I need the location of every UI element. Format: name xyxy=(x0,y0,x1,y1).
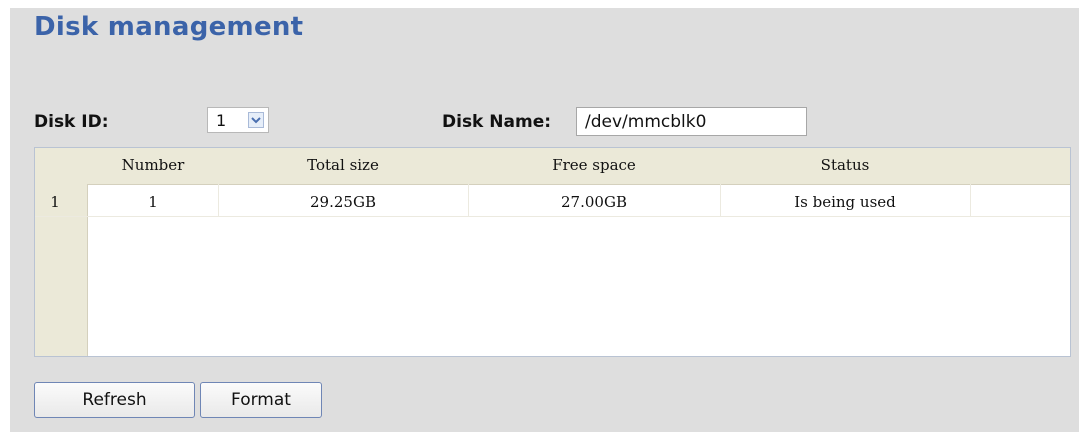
disk-name-input[interactable] xyxy=(576,107,807,136)
column-header-free-space[interactable]: Free space xyxy=(468,156,720,174)
format-button[interactable]: Format xyxy=(200,382,322,418)
disk-table: Number Total size Free space Status 1 1 … xyxy=(34,147,1071,357)
column-header-status[interactable]: Status xyxy=(720,156,970,174)
disk-name-label: Disk Name: xyxy=(442,112,552,132)
row-divider xyxy=(35,216,1070,217)
cell-free-space: 27.00GB xyxy=(561,193,627,211)
column-header-total-size[interactable]: Total size xyxy=(218,156,468,174)
cell-total-size: 29.25GB xyxy=(310,193,376,211)
row-index: 1 xyxy=(50,193,60,211)
page-title: Disk management xyxy=(34,12,304,42)
disk-management-panel: Disk management Disk ID: 1 Disk Name: Nu… xyxy=(10,8,1079,432)
disk-id-select[interactable]: 1 xyxy=(207,107,269,133)
column-divider xyxy=(468,184,469,216)
column-header-number[interactable]: Number xyxy=(88,156,218,174)
table-header: Number Total size Free space Status xyxy=(35,148,1070,185)
column-divider xyxy=(970,184,971,216)
disk-id-value: 1 xyxy=(216,110,227,130)
cell-number: 1 xyxy=(148,193,158,211)
refresh-button[interactable]: Refresh xyxy=(34,382,195,418)
chevron-down-icon[interactable] xyxy=(248,112,264,128)
column-divider xyxy=(218,184,219,216)
column-divider xyxy=(720,184,721,216)
cell-status: Is being used xyxy=(794,193,896,211)
disk-id-label: Disk ID: xyxy=(34,112,109,132)
